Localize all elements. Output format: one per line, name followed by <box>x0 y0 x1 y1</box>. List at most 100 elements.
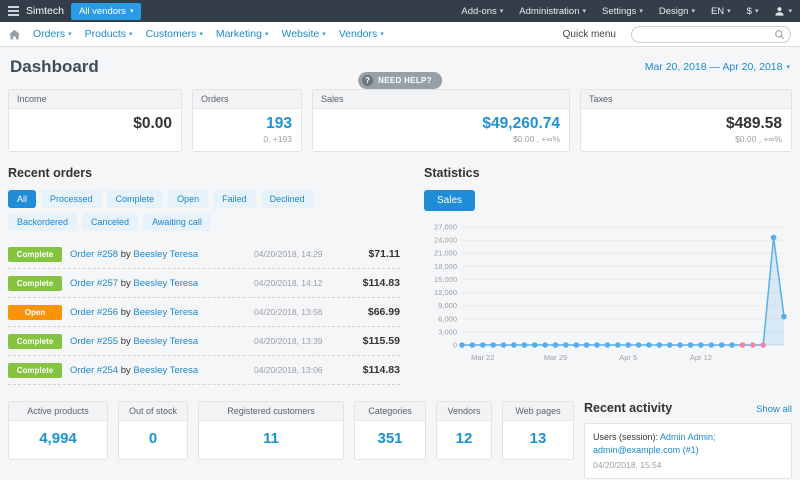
svg-text:27,000: 27,000 <box>434 223 457 232</box>
mini-card-value[interactable]: 351 <box>355 421 425 459</box>
status-badge: Complete <box>8 363 62 378</box>
status-badge: Open <box>8 305 62 320</box>
order-date: 04/20/2018, 13:56 <box>254 307 340 317</box>
mini-card-value[interactable]: 13 <box>503 421 573 459</box>
brand-logo[interactable]: Simtech <box>26 5 64 17</box>
stat-card-value: $0.00 <box>18 114 172 133</box>
quick-menu[interactable]: Quick menu <box>563 29 616 40</box>
filter-canceled[interactable]: Canceled <box>82 213 138 231</box>
topbar-item-administration[interactable]: Administration▾ <box>519 6 586 17</box>
statistics-section: Statistics Sales 03,0006,0009,00012,0001… <box>424 166 792 385</box>
recent-orders-section: Recent orders All Processed Complete Ope… <box>8 166 400 385</box>
nav-item-products[interactable]: Products▾ <box>85 28 133 40</box>
stat-card-categories: Categories 351 <box>354 401 426 460</box>
vendor-selector[interactable]: All vendors ▾ <box>71 3 142 20</box>
order-link[interactable]: Order #254 <box>70 365 118 376</box>
vendor-selector-label: All vendors <box>79 6 126 17</box>
stat-card-value[interactable]: $49,260.74 <box>322 114 560 133</box>
stat-card-label: Taxes <box>581 90 791 109</box>
filter-open[interactable]: Open <box>168 190 208 208</box>
customer-link[interactable]: Beesley Teresa <box>133 365 198 376</box>
mini-card-value[interactable]: 0 <box>119 421 187 459</box>
nav-item-label: Vendors <box>339 28 378 40</box>
search-icon[interactable] <box>774 29 785 40</box>
nav-item-label: Products <box>85 28 126 40</box>
chevron-down-icon: ▾ <box>755 8 759 15</box>
svg-text:18,000: 18,000 <box>434 262 457 271</box>
stat-card-label: Sales <box>313 90 569 109</box>
search-input[interactable] <box>631 26 791 43</box>
order-link[interactable]: Order #255 <box>70 336 118 347</box>
menu-icon[interactable] <box>8 6 19 16</box>
currency-selector[interactable]: $▾ <box>747 6 759 17</box>
order-total: $114.83 <box>348 277 400 289</box>
order-description: Order #258 by Beesley Teresa <box>70 249 246 260</box>
nav-item-website[interactable]: Website▾ <box>281 28 325 40</box>
order-date: 04/20/2018, 14:29 <box>254 249 340 259</box>
question-icon: ? <box>362 75 373 86</box>
stat-card-orders: Orders 193 0, +193 <box>192 89 302 152</box>
stat-card-value[interactable]: 193 <box>202 114 292 133</box>
svg-text:6,000: 6,000 <box>438 315 457 324</box>
nav-item-orders[interactable]: Orders▾ <box>33 28 72 40</box>
stat-card-sub: $0.00 , +∞% <box>590 134 782 144</box>
by-label: by <box>121 249 131 260</box>
topbar-item-label: Administration <box>519 6 579 17</box>
stat-card-out-of-stock: Out of stock 0 <box>118 401 188 460</box>
page-title: Dashboard <box>10 57 99 77</box>
order-link[interactable]: Order #257 <box>70 278 118 289</box>
filter-processed[interactable]: Processed <box>41 190 102 208</box>
nav-item-marketing[interactable]: Marketing▾ <box>216 28 269 40</box>
chevron-down-icon: ▾ <box>788 8 792 15</box>
svg-text:Mar 22: Mar 22 <box>471 353 494 362</box>
topbar-item-settings[interactable]: Settings▾ <box>602 6 643 17</box>
topbar-item-label: Add-ons <box>461 6 496 17</box>
filter-awaiting-call[interactable]: Awaiting call <box>143 213 211 231</box>
show-all-link[interactable]: Show all <box>756 404 792 415</box>
topbar-item-label: Settings <box>602 6 636 17</box>
chevron-down-icon: ▾ <box>199 31 203 38</box>
filter-all[interactable]: All <box>8 190 36 208</box>
filter-backordered[interactable]: Backordered <box>8 213 77 231</box>
table-row: Complete Order #255 by Beesley Teresa 04… <box>8 327 400 356</box>
activity-entry: Users (session): Admin Admin; admin@exam… <box>584 423 792 479</box>
table-row: Open Order #256 by Beesley Teresa 04/20/… <box>8 298 400 327</box>
language-label: EN <box>711 6 724 17</box>
statistics-title: Statistics <box>424 166 792 180</box>
home-icon[interactable] <box>9 29 20 40</box>
chevron-down-icon: ▾ <box>322 31 326 38</box>
order-link[interactable]: Order #258 <box>70 249 118 260</box>
filter-complete[interactable]: Complete <box>107 190 164 208</box>
nav-item-vendors[interactable]: Vendors▾ <box>339 28 384 40</box>
stat-card-active-products: Active products 4,994 <box>8 401 108 460</box>
date-range-selector[interactable]: Mar 20, 2018 — Apr 20, 2018 ▾ <box>645 61 790 73</box>
topbar-item-design[interactable]: Design▾ <box>659 6 695 17</box>
by-label: by <box>121 365 131 376</box>
stat-cards: Income $0.00 Orders 193 0, +193 Sales $4… <box>8 89 792 152</box>
svg-text:Mar 29: Mar 29 <box>544 353 567 362</box>
svg-text:24,000: 24,000 <box>434 236 457 245</box>
mini-card-label: Web pages <box>503 402 573 421</box>
svg-text:21,000: 21,000 <box>434 249 457 258</box>
mini-card-value[interactable]: 12 <box>437 421 491 459</box>
date-range-label: Mar 20, 2018 — Apr 20, 2018 <box>645 61 783 73</box>
filter-failed[interactable]: Failed <box>213 190 256 208</box>
mini-card-value[interactable]: 11 <box>199 421 343 459</box>
tab-sales[interactable]: Sales <box>424 190 475 211</box>
topbar-item-addons[interactable]: Add-ons▾ <box>461 6 503 17</box>
customer-link[interactable]: Beesley Teresa <box>133 336 198 347</box>
order-link[interactable]: Order #256 <box>70 307 118 318</box>
nav-item-label: Website <box>281 28 319 40</box>
filter-declined[interactable]: Declined <box>261 190 314 208</box>
user-menu[interactable]: ▾ <box>774 6 792 17</box>
customer-link[interactable]: Beesley Teresa <box>133 278 198 289</box>
language-selector[interactable]: EN▾ <box>711 6 731 17</box>
need-help-button[interactable]: ? NEED HELP? <box>358 72 442 89</box>
status-badge: Complete <box>8 276 62 291</box>
stat-card-label: Income <box>9 90 181 109</box>
mini-card-value[interactable]: 4,994 <box>9 421 107 459</box>
stat-card-sub: $0.00 , +∞% <box>322 134 560 144</box>
nav-item-customers[interactable]: Customers▾ <box>146 28 203 40</box>
customer-link[interactable]: Beesley Teresa <box>133 249 198 260</box>
customer-link[interactable]: Beesley Teresa <box>133 307 198 318</box>
